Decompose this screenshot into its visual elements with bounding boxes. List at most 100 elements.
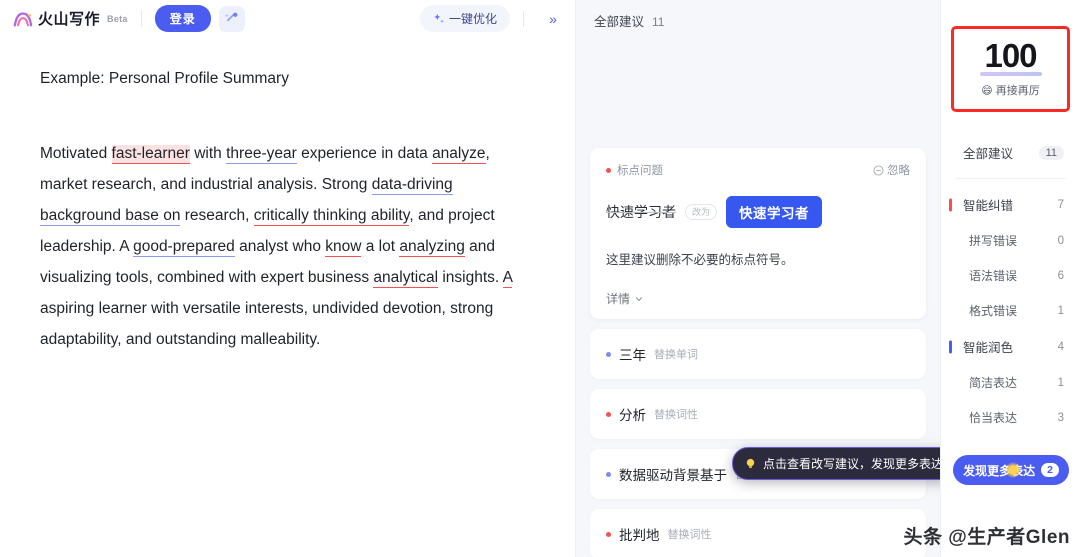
- original-word: 快速学习者: [606, 204, 676, 220]
- category-item-简洁表达[interactable]: 简洁表达 1: [941, 365, 1080, 400]
- grammar-error-span[interactable]: analytical: [373, 269, 439, 289]
- score-box: 100 😄 再接再厉: [951, 26, 1070, 112]
- text-span: aspiring learner with versatile interest…: [40, 300, 494, 349]
- category-count: 3: [1057, 411, 1064, 424]
- category-item-拼写错误[interactable]: 拼写错误 0: [941, 223, 1080, 258]
- category-count: 1: [1057, 376, 1064, 389]
- category-label: 恰当表达: [969, 411, 1018, 425]
- volcano-logo-icon: [13, 11, 33, 26]
- category-count: 4: [1057, 340, 1064, 353]
- score-sidebar: 100 😄 再接再厉 全部建议 11 智能纠错 7 拼写错误 0 语法错误 6 格式错误 1 智…: [940, 0, 1080, 557]
- severity-dot-icon: [606, 411, 611, 417]
- category-rows: 智能纠错 7 拼写错误 0 语法错误 6 格式错误 1 智能润色 4 简洁表达 1 恰当表达 3: [941, 186, 1080, 435]
- severity-dot-icon: [606, 471, 611, 477]
- rewrite-hint-tooltip[interactable]: 点击查看改写建议，发现更多表达: [732, 447, 940, 480]
- toolbar-divider: [140, 10, 142, 27]
- text-span: analyst who: [234, 238, 326, 256]
- suggestion-note: 这里建议删除不必要的标点符号。: [606, 253, 794, 267]
- apply-replacement-button[interactable]: 快速学习者: [726, 196, 823, 228]
- polish-suggestion-span[interactable]: good-prepared: [133, 238, 235, 258]
- one-click-optimize-button[interactable]: 一键优化: [419, 5, 510, 32]
- ignore-suggestion-button[interactable]: 忽略: [873, 162, 910, 178]
- login-button[interactable]: 登录: [154, 5, 211, 32]
- minus-circle-icon: [873, 164, 884, 176]
- category-item-恰当表达[interactable]: 恰当表达 3: [941, 400, 1080, 435]
- ignore-label: 忽略: [887, 165, 910, 177]
- sparkle-icon: [434, 13, 444, 23]
- logo-text: 火山写作: [38, 11, 101, 28]
- tooltip-text: 点击查看改写建议，发现更多表达: [763, 457, 940, 471]
- score-caption-text: 再接再厉: [995, 85, 1040, 97]
- suggestion-row[interactable]: 三年 替换单词: [590, 329, 926, 379]
- category-list: 全部建议 11 智能纠错 7 拼写错误 0 语法错误 6 格式错误 1 智能润色 4 简洁表达 1 恰当…: [941, 134, 1080, 435]
- suggestion-detail-toggle[interactable]: 详情: [606, 290, 910, 307]
- beta-badge: Beta: [107, 13, 128, 24]
- discover-more-button[interactable]: 发现更多表达 2: [953, 455, 1069, 485]
- category-item-智能纠错[interactable]: 智能纠错 7: [941, 186, 1080, 223]
- text-span: experience in data: [296, 145, 433, 163]
- grammar-error-span[interactable]: know: [325, 238, 362, 258]
- category-count: 7: [1057, 198, 1064, 211]
- category-label: 语法错误: [969, 269, 1018, 283]
- top-toolbar: 火山写作 Beta 登录 一键优化 »: [0, 0, 575, 37]
- document-editor[interactable]: Example: Personal Profile Summary Motiva…: [0, 37, 575, 355]
- collapse-panel-button[interactable]: »: [541, 7, 565, 31]
- suggestion-row[interactable]: 批判地 替换词性: [590, 509, 926, 557]
- category-count: 1: [1057, 304, 1064, 317]
- discover-more-count: 2: [1041, 463, 1059, 477]
- grammar-error-span[interactable]: analyzing: [399, 238, 465, 258]
- grammar-error-span[interactable]: A: [502, 269, 513, 289]
- optimize-label: 一键优化: [448, 12, 497, 26]
- grammar-error-span[interactable]: analyze: [432, 145, 486, 165]
- document-paragraph[interactable]: Motivated fast-learner with three-year e…: [40, 138, 535, 355]
- severity-dot-icon: [606, 351, 611, 357]
- suggestion-rows: 三年替换单词分析替换词性数据驱动背景基于替换单词批判地替换词性: [590, 329, 926, 557]
- category-item-格式错误[interactable]: 格式错误 1: [941, 293, 1080, 328]
- suggestion-card-header: 标点问题 忽略: [606, 162, 910, 178]
- suggestion-list: 标点问题 忽略 快速学习者 改为 快速学习者 这里建议删除不必要的标点符号。 详…: [576, 148, 940, 557]
- score-value: 100: [984, 37, 1037, 74]
- discover-more-label: 发现更多表达: [963, 463, 1036, 478]
- category-count: 11: [1038, 145, 1064, 160]
- category-label: 智能润色: [963, 341, 1014, 355]
- category-item-all[interactable]: 全部建议 11: [941, 134, 1080, 171]
- watermark: 头条 @生产者Glen: [903, 527, 1070, 548]
- suggestion-row[interactable]: 分析 替换词性: [590, 389, 926, 439]
- suggestion-action-tag: 替换词性: [667, 529, 712, 541]
- severity-dot-icon: [606, 531, 611, 537]
- category-separator: [955, 178, 1066, 179]
- magic-wand-icon: [225, 12, 238, 22]
- polish-suggestion-span[interactable]: three-year: [226, 145, 297, 165]
- app-root: 火山写作 Beta 登录 一键优化 » Example: Personal Pr…: [0, 0, 1080, 557]
- text-span: Motivated: [40, 145, 112, 163]
- category-label: 格式错误: [969, 304, 1018, 318]
- suggestion-action-tag: 替换单词: [654, 349, 698, 361]
- grammar-error-span[interactable]: critically thinking ability: [253, 207, 410, 227]
- editor-pane: 火山写作 Beta 登录 一键优化 » Example: Personal Pr…: [0, 0, 576, 557]
- suggestion-pane-header: 全部建议 11: [576, 0, 940, 40]
- replacement-row: 快速学习者 改为 快速学习者: [606, 196, 910, 228]
- suggestion-type-tag: 标点问题: [606, 162, 663, 178]
- category-item-智能润色[interactable]: 智能润色 4: [941, 328, 1080, 365]
- suggestion-pane: 全部建议 11 标点问题 忽略 快速学习者 改为 快速学习者 这里建议删除不必要…: [576, 0, 940, 557]
- category-count: 0: [1057, 234, 1064, 247]
- severity-dot-icon: [606, 167, 611, 173]
- score-emoji-icon: 😄: [981, 84, 993, 97]
- app-logo[interactable]: 火山写作 Beta: [12, 8, 128, 29]
- suggestion-card-expanded[interactable]: 标点问题 忽略 快速学习者 改为 快速学习者 这里建议删除不必要的标点符号。 详…: [590, 148, 926, 319]
- active-error-span[interactable]: fast-learner: [111, 145, 190, 165]
- lightbulb-icon: [746, 458, 755, 469]
- category-label: 拼写错误: [969, 234, 1018, 248]
- suggestion-header-label: 全部建议: [594, 15, 645, 29]
- chevron-down-icon: [636, 296, 643, 301]
- category-marker-error: [949, 198, 952, 211]
- text-span: research,: [180, 207, 254, 225]
- suggestion-word: 批判地: [619, 528, 660, 543]
- detail-label: 详情: [606, 292, 631, 306]
- suggestion-action-tag: 替换词性: [654, 409, 698, 421]
- text-span: with: [189, 145, 227, 163]
- category-item-语法错误[interactable]: 语法错误 6: [941, 258, 1080, 293]
- magic-wand-button[interactable]: [218, 5, 245, 32]
- suggestion-header-count: 11: [652, 15, 665, 29]
- suggestion-type-label: 标点问题: [617, 165, 663, 177]
